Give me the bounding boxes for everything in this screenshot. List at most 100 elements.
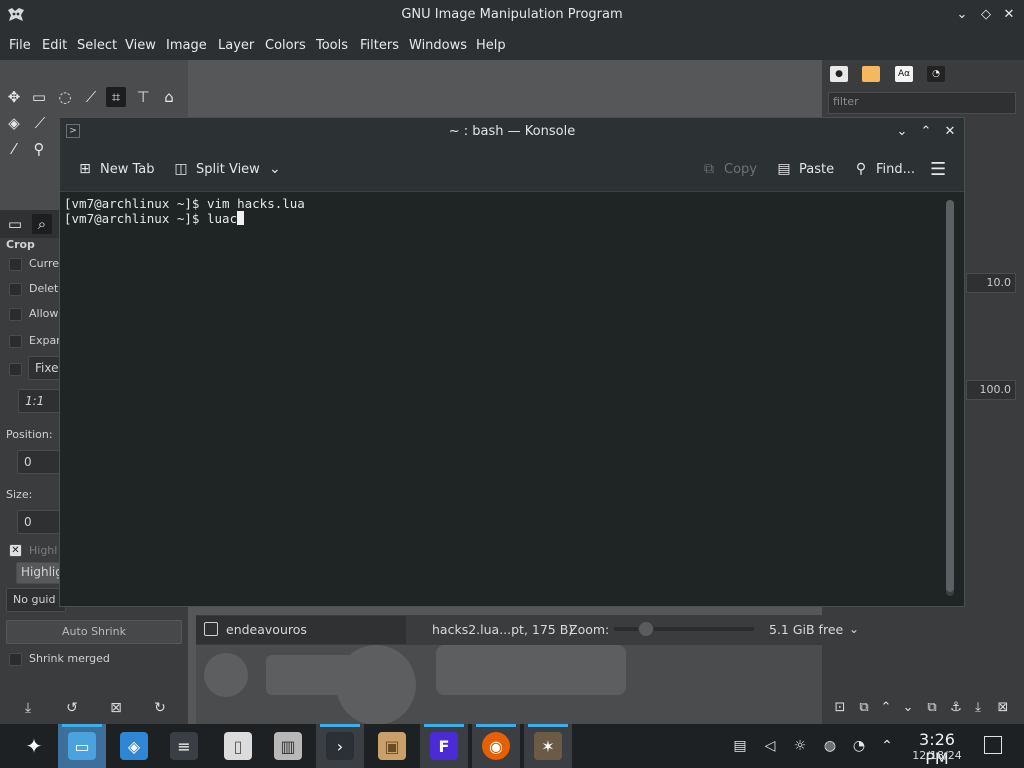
anchor-layer-icon[interactable]: ⚓	[948, 700, 964, 716]
task-dolphin[interactable]: ▭	[58, 724, 106, 768]
guides-combo[interactable]: No guid	[6, 588, 66, 612]
move-tool-icon[interactable]: ✥	[4, 87, 24, 107]
restore-icon[interactable]: ↺	[64, 700, 80, 716]
terminal-output[interactable]: [vm7@archlinux ~]$ vim hacks.lua [vm7@ar…	[60, 192, 944, 606]
paste-button[interactable]: ▤ Paste	[775, 158, 834, 180]
option-current-layer-checkbox[interactable]	[9, 258, 22, 271]
menu-windows[interactable]: Windows	[409, 38, 467, 53]
zoom-slider-handle[interactable]	[638, 621, 654, 637]
konsole-maximize-icon[interactable]: ⌃	[917, 122, 935, 142]
copy-button[interactable]: ⧉ Copy	[700, 158, 757, 180]
clock-date[interactable]: 12/18/24	[905, 749, 969, 762]
option-allow-growing-checkbox[interactable]	[9, 308, 22, 321]
task-document[interactable]: ▯	[214, 724, 262, 768]
taskbar: ✦ ▭ ◈ ≡ ▯ ▥ › ▣ F ◉ ✶ ▤ ◁ ☼ ◍ ◔ ⌃	[0, 724, 1024, 768]
scrollbar-thumb[interactable]	[946, 200, 954, 592]
hamburger-menu-icon[interactable]: ☰	[930, 158, 946, 180]
menu-view[interactable]: View	[125, 38, 156, 53]
task-flathub[interactable]: F	[420, 724, 468, 768]
highlight-combo[interactable]: Highlig	[16, 562, 64, 584]
new-tab-button[interactable]: ⊞ New Tab	[76, 158, 154, 180]
memory-chevron-icon[interactable]: ⌄	[849, 622, 859, 636]
task-archive[interactable]: ▥	[264, 724, 312, 768]
updates-icon[interactable]: ◔	[851, 738, 867, 754]
tool-options-tab-icon[interactable]: ▭	[5, 214, 25, 234]
konsole-close-icon[interactable]: ✕	[941, 122, 959, 142]
option-fixed-checkbox[interactable]	[9, 363, 22, 376]
opacity-spinner[interactable]: 100.0	[966, 380, 1016, 400]
crop-tool-icon[interactable]: ⌗	[106, 87, 126, 107]
terminal-scrollbar[interactable]	[946, 200, 954, 596]
menu-file[interactable]: File	[9, 38, 31, 53]
app-launcher-button[interactable]: ✦	[10, 724, 58, 768]
brush-icon[interactable]: ⟋	[30, 113, 50, 133]
task-firefox[interactable]: ◉	[472, 724, 520, 768]
raise-layer-icon[interactable]: ⌃	[878, 700, 894, 716]
document-history-tab-icon[interactable]: ◔	[927, 66, 945, 82]
terminal-prompt-line[interactable]: [vm7@archlinux ~]$ luac	[64, 211, 940, 226]
zoom-icon[interactable]: ⚲	[29, 139, 49, 159]
image-list-item[interactable]: endeavouros	[196, 616, 406, 644]
warp-icon[interactable]: ⌂	[159, 87, 179, 107]
minimize-icon[interactable]: ⌄	[952, 5, 972, 25]
lower-layer-icon[interactable]: ⌄	[900, 700, 916, 716]
task-gimp[interactable]: ✶	[524, 724, 572, 768]
menu-filters[interactable]: Filters	[360, 38, 399, 53]
brush-filter-input[interactable]: filter	[828, 92, 1016, 114]
option-current-layer-label: Curre	[29, 257, 60, 270]
task-discover[interactable]: ◈	[110, 724, 158, 768]
package-icon: ▣	[378, 732, 406, 760]
close-icon[interactable]: ✕	[999, 5, 1019, 25]
brushes-tab-icon[interactable]: ●	[830, 66, 848, 82]
task-settings[interactable]: ≡	[160, 724, 208, 768]
duplicate-layer-icon[interactable]: ⧉	[924, 700, 940, 716]
shrink-merged-checkbox[interactable]	[9, 653, 22, 666]
menu-tools[interactable]: Tools	[316, 38, 348, 53]
delete-preset-icon[interactable]: ⊠	[108, 700, 124, 716]
highlight-checkbox[interactable]: ✕	[9, 544, 22, 557]
patterns-tab-icon[interactable]	[862, 66, 880, 82]
task-package[interactable]: ▣	[368, 724, 416, 768]
copy-icon: ⧉	[704, 161, 714, 177]
merge-layer-icon[interactable]: ⤓	[970, 700, 986, 716]
picker-icon[interactable]: ⁄	[4, 139, 24, 159]
terminal-line: [vm7@archlinux ~]$ vim hacks.lua	[64, 196, 305, 211]
menu-colors[interactable]: Colors	[265, 38, 306, 53]
network-icon[interactable]: ◍	[822, 738, 838, 754]
position-x-input[interactable]: 0	[17, 450, 65, 474]
tray-expand-icon[interactable]: ⌃	[879, 738, 895, 754]
volume-muted-icon[interactable]: ◁	[762, 738, 778, 754]
konsole-minimize-icon[interactable]: ⌄	[893, 122, 911, 142]
save-preset-icon[interactable]: ⤓	[20, 700, 36, 716]
reset-icon[interactable]: ↻	[152, 700, 168, 716]
option-allow-label: Allow	[29, 307, 59, 320]
split-view-button[interactable]: ◫ Split View ⌄	[172, 158, 284, 180]
menu-image[interactable]: Image	[166, 38, 207, 53]
new-layer-icon[interactable]: ⊡	[832, 700, 848, 716]
show-desktop-icon[interactable]	[984, 736, 1002, 754]
new-group-icon[interactable]: ⧉	[856, 700, 872, 716]
bucket-icon[interactable]: ◈	[4, 113, 24, 133]
device-status-tab-icon[interactable]: ⌕	[32, 214, 52, 234]
lasso-icon[interactable]: ◌	[55, 87, 75, 107]
transform-icon[interactable]: ⊤	[133, 87, 153, 107]
find-button[interactable]: ⚲ Find...	[852, 158, 915, 180]
menu-layer[interactable]: Layer	[218, 38, 254, 53]
clipboard-icon[interactable]: ▤	[732, 738, 748, 754]
option-expand-checkbox[interactable]	[9, 335, 22, 348]
menu-select[interactable]: Select	[77, 38, 117, 53]
delete-layer-icon[interactable]: ⊠	[995, 700, 1011, 716]
menu-help[interactable]: Help	[476, 38, 506, 53]
zoom-slider-track[interactable]	[614, 621, 754, 637]
rect-select-icon[interactable]: ▭	[29, 87, 49, 107]
fuzzy-select-icon[interactable]: ⟋	[81, 87, 101, 107]
maximize-icon[interactable]: ◇	[976, 5, 996, 25]
auto-shrink-button[interactable]: Auto Shrink	[6, 620, 182, 644]
size-w-input[interactable]: 0	[17, 510, 65, 534]
option-delete-pixels-checkbox[interactable]	[9, 283, 22, 296]
spacing-spinner[interactable]: 10.0	[966, 273, 1016, 293]
menu-edit[interactable]: Edit	[42, 38, 67, 53]
task-konsole[interactable]: ›	[316, 724, 364, 768]
brightness-icon[interactable]: ☼	[792, 738, 808, 754]
fonts-tab-icon[interactable]: Aα	[895, 66, 913, 82]
